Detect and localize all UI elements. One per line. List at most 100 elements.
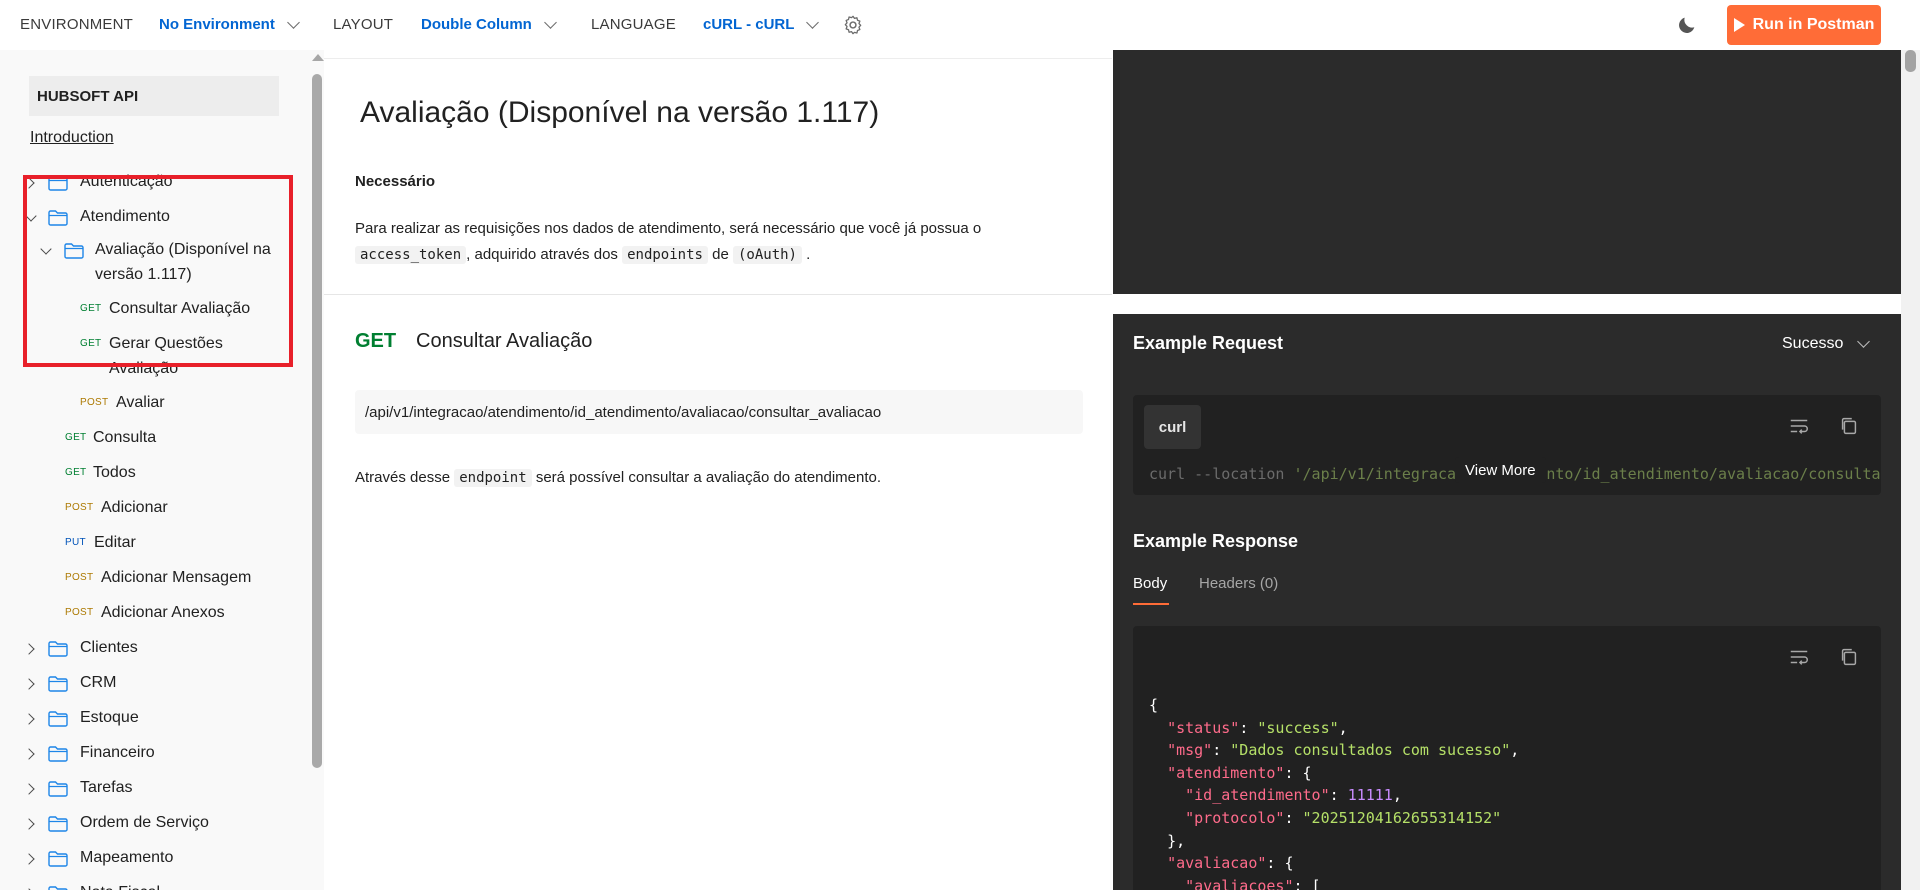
curl-url: '/api/v1/integracao/atendimento/id_atend… (1293, 465, 1882, 483)
inline-code-access-token: access_token (355, 246, 467, 264)
example-request-title: Example Request (1133, 333, 1284, 353)
right-panel-gap (1113, 294, 1901, 314)
page-scrollbar-thumb[interactable] (1905, 50, 1916, 72)
response-json: { "status": "success", "msg": "Dados con… (1149, 694, 1519, 890)
sidebar-title: HUBSOFT API (29, 76, 279, 116)
folder-icon (48, 711, 68, 727)
json-key: "msg" (1167, 741, 1213, 760)
para-text: , adquirido através dos (466, 246, 618, 263)
endpoint-url[interactable]: /api/v1/integracao/atendimento/id_atendi… (355, 390, 1083, 434)
view-more-button[interactable]: View More (1455, 457, 1546, 483)
layout-value: Double Column (421, 16, 532, 33)
right-panel-top (1113, 50, 1901, 294)
play-icon (1733, 18, 1745, 32)
tab-headers[interactable]: Headers (0) (1199, 575, 1278, 592)
page-scrollbar[interactable] (1901, 50, 1920, 890)
sidebar-folder-label: Clientes (80, 639, 138, 656)
dark-mode-moon-icon[interactable] (1676, 14, 1698, 36)
folder-icon (48, 851, 68, 867)
para-text: . (806, 246, 811, 263)
sidebar-request-label: Adicionar (101, 499, 168, 516)
tab-body-label: Body (1133, 575, 1168, 592)
environment-select[interactable]: No Environment (159, 15, 300, 33)
json-key: "avaliacao" (1167, 854, 1267, 873)
sidebar-request-label: Adicionar Anexos (101, 604, 225, 621)
sidebar-scrollbar[interactable] (310, 50, 324, 890)
chevron-down-icon (806, 15, 820, 29)
json-string: "success" (1257, 718, 1339, 737)
sidebar-scrollbar-thumb[interactable] (312, 74, 322, 768)
json-string: "Dados consultados com sucesso" (1230, 741, 1511, 760)
curl-prefix: curl --location (1149, 465, 1294, 483)
sidebar-request-label: Avaliar (116, 394, 165, 411)
example-select[interactable]: Sucesso (1782, 335, 1871, 353)
sidebar-folder-label: Tarefas (80, 779, 133, 796)
json-key: "status" (1167, 718, 1240, 737)
section-divider (324, 294, 1112, 295)
folder-icon (48, 746, 68, 762)
run-in-postman-label: Run in Postman (1752, 16, 1875, 33)
highlight-box (23, 175, 293, 367)
language-value: cURL - cURL (703, 16, 795, 33)
wrap-lines-icon[interactable] (1788, 415, 1810, 437)
gear-icon[interactable] (842, 14, 864, 36)
curl-tab[interactable]: curl (1144, 405, 1201, 449)
folder-icon (48, 781, 68, 797)
json-key: "atendimento" (1167, 763, 1285, 782)
wrap-lines-icon[interactable] (1788, 646, 1810, 668)
json-brace: { (1149, 696, 1159, 714)
example-select-value: Sucesso (1782, 335, 1844, 352)
chevron-down-icon (543, 15, 557, 29)
json-brace: }, (1167, 831, 1186, 850)
method-badge: POST (80, 397, 109, 408)
required-heading: Necessário (355, 173, 436, 190)
method-badge: PUT (65, 537, 86, 548)
chevron-down-icon (286, 15, 300, 29)
chevron-down-icon (1857, 335, 1871, 348)
json-key: "id_atendimento" (1185, 786, 1330, 805)
language-select[interactable]: cURL - cURL (703, 15, 820, 33)
inline-code-oauth: (oAuth) (732, 246, 802, 264)
run-in-postman-button[interactable]: Run in Postman (1727, 5, 1881, 45)
method-badge: POST (65, 607, 94, 618)
example-response-title: Example Response (1133, 531, 1299, 551)
sidebar-introduction-link[interactable]: Introduction (30, 129, 114, 147)
tab-body[interactable]: Body (1133, 575, 1169, 605)
main-top-divider (324, 58, 1112, 59)
json-key: "avaliacoes" (1185, 876, 1294, 890)
json-number: 11111 (1347, 786, 1393, 805)
copy-icon[interactable] (1838, 415, 1860, 437)
json-key: "protocolo" (1185, 808, 1285, 827)
sidebar-request-label: Editar (94, 534, 136, 551)
scroll-up-arrow-icon[interactable] (312, 54, 324, 61)
endpoint-url-text: /api/v1/integracao/atendimento/id_atendi… (365, 403, 882, 421)
method-badge: POST (65, 572, 94, 583)
top-bar: ENVIRONMENT No Environment LAYOUT Double… (0, 0, 1920, 50)
layout-select[interactable]: Double Column (421, 15, 557, 33)
page-title: Avaliação (Disponível na versão 1.117) (360, 96, 880, 129)
required-paragraph: Para realizar as requisições nos dados d… (355, 216, 1075, 268)
response-code-box: { "status": "success", "msg": "Dados con… (1133, 626, 1881, 890)
folder-icon (48, 676, 68, 692)
json-string: "20251204162655314152" (1302, 808, 1502, 827)
sidebar-folder-label: CRM (80, 674, 117, 691)
method-badge: GET (65, 467, 87, 478)
endpoint-description: Através desse endpoint será possível con… (355, 465, 881, 491)
sidebar-folder-label: Ordem de Serviço (80, 814, 209, 831)
copy-icon[interactable] (1838, 646, 1860, 668)
sidebar-request-label: Consulta (93, 429, 157, 446)
endpoint-method-badge: GET (355, 330, 397, 352)
folder-icon (48, 816, 68, 832)
layout-label: LAYOUT (333, 16, 394, 33)
desc-text: será possível consultar a avaliação do a… (535, 469, 882, 486)
desc-text: Através desse (355, 469, 451, 486)
sidebar-folder-label: Estoque (80, 709, 139, 726)
environment-value: No Environment (159, 16, 275, 33)
sidebar-request-label: Todos (93, 464, 136, 481)
method-badge: GET (65, 432, 87, 443)
language-label: LANGUAGE (591, 16, 676, 33)
sidebar-folder-label: Financeiro (80, 744, 155, 761)
environment-label: ENVIRONMENT (20, 16, 134, 33)
para-text: Para realizar as requisições nos dados d… (355, 220, 982, 237)
sidebar-folder-label: Nota Fiscal (80, 880, 160, 890)
